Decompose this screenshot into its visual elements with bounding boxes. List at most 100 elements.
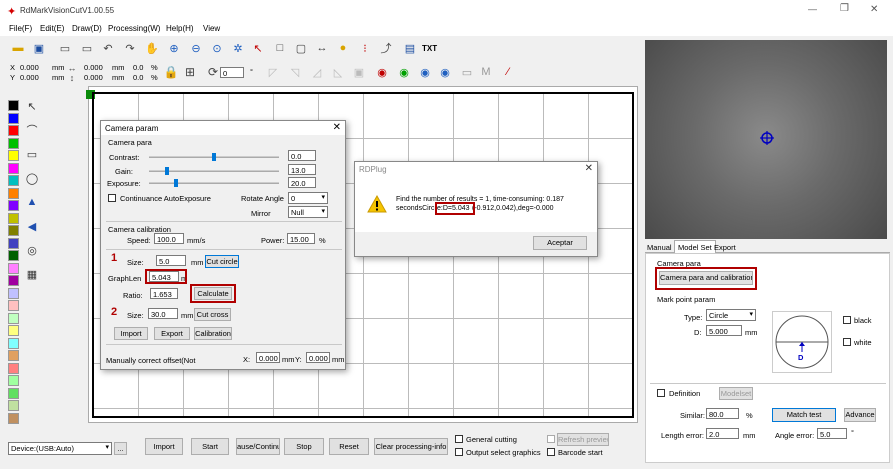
color-swatch[interactable] [8, 212, 19, 224]
color-swatch[interactable] [8, 125, 19, 136]
export-icon[interactable]: ▭ [79, 40, 95, 56]
ellipse-icon[interactable]: ◯ [24, 170, 40, 186]
aceptar-button[interactable]: Aceptar [533, 236, 587, 250]
tab-manual[interactable]: Manual [647, 243, 672, 252]
close-icon[interactable]: ✕ [870, 4, 878, 15]
pan-hand-icon[interactable]: ✋ [144, 40, 160, 56]
contrast-slider[interactable] [149, 153, 279, 161]
start-button[interactable]: Start [191, 438, 229, 455]
match-test-button[interactable]: Match test [772, 408, 836, 422]
color-swatch[interactable] [8, 275, 19, 286]
color-swatch[interactable] [8, 287, 19, 299]
mark-s-icon[interactable]: ◉ [374, 64, 390, 80]
scale-y-value[interactable]: 0.0 [133, 73, 143, 82]
calib-import-button[interactable]: Import [114, 327, 148, 340]
rectangle-icon[interactable]: ▭ [24, 146, 40, 162]
open-folder-icon[interactable]: ▬ [10, 40, 26, 56]
curve-icon[interactable]: ⤴ [378, 40, 394, 56]
ratio-input[interactable]: 1.653 [150, 288, 178, 299]
color-swatch[interactable] [8, 200, 19, 211]
clear-processing-info-button[interactable]: Clear processing-info [374, 438, 448, 455]
output-select-graphics-checkbox[interactable] [455, 448, 463, 456]
picture-icon[interactable]: ▤ [402, 40, 418, 56]
pause-continue-button[interactable]: ause/Continu [236, 438, 280, 455]
similar-input[interactable]: 80.0 [706, 408, 739, 419]
zoom-in-icon[interactable]: ⊕ [166, 40, 182, 56]
distance-icon[interactable]: ↔ [314, 40, 330, 56]
redo-icon[interactable]: ↷ [122, 40, 138, 56]
size1-input[interactable]: 5.0 [156, 255, 186, 266]
stop-button[interactable]: Stop [284, 438, 324, 455]
color-swatch[interactable] [8, 187, 19, 199]
color-swatch[interactable] [8, 250, 19, 261]
pointer-icon[interactable]: ↖ [24, 98, 40, 114]
y-value[interactable]: 0.000 [20, 73, 39, 82]
import-icon[interactable]: ▭ [57, 40, 73, 56]
exposure-slider[interactable] [149, 179, 279, 187]
m-tool-icon[interactable]: M [478, 64, 494, 80]
rdplug-close-icon[interactable]: ✕ [585, 163, 593, 174]
gain-slider-thumb[interactable] [165, 167, 170, 175]
restore-icon[interactable]: ❐ [840, 3, 849, 14]
color-swatch[interactable] [8, 237, 19, 249]
type-select[interactable]: Circle ▾ [706, 309, 756, 321]
arrow-icon[interactable]: ◀ [24, 218, 40, 234]
device-select[interactable]: Device:(USB:Auto) ▾ [8, 442, 112, 455]
device-more-button[interactable]: ... [114, 442, 127, 455]
menu-help[interactable]: Help(H) [166, 24, 194, 33]
general-cutting-checkbox[interactable] [455, 435, 463, 443]
auto-exposure-checkbox[interactable] [108, 194, 116, 202]
color-swatch[interactable] [8, 175, 19, 186]
undo-icon[interactable]: ↶ [100, 40, 116, 56]
menu-view[interactable]: View [203, 24, 220, 33]
white-checkbox[interactable] [843, 338, 851, 346]
color-swatch[interactable] [8, 100, 19, 111]
polygon-icon[interactable]: ▲ [24, 194, 40, 210]
definition-checkbox[interactable] [657, 389, 665, 397]
length-error-input[interactable]: 2.0 [706, 428, 739, 439]
node-edit-icon[interactable]: ✲ [230, 40, 246, 56]
color-swatch[interactable] [8, 137, 19, 149]
color-swatch[interactable] [8, 412, 19, 424]
color-swatch[interactable] [8, 337, 19, 349]
dot-matrix-icon[interactable]: ▦ [24, 266, 40, 282]
camera-dialog-close-icon[interactable]: ✕ [333, 122, 341, 133]
power-input[interactable]: 15.00 [287, 233, 315, 244]
tab-export[interactable]: Export [714, 243, 736, 252]
select-tool-icon[interactable]: ↖ [250, 40, 266, 56]
bulb-icon[interactable]: ● [335, 40, 351, 56]
grid-icon[interactable]: ⊞ [182, 64, 198, 80]
zoom-out-icon[interactable]: ⊖ [188, 40, 204, 56]
save-icon[interactable]: ▣ [31, 40, 47, 56]
barcode-start-checkbox[interactable] [547, 448, 555, 456]
color-swatch[interactable] [8, 375, 19, 386]
cut-cross-button[interactable]: Cut cross [194, 308, 231, 321]
laser-pointer-icon[interactable]: ⁄ [500, 64, 516, 80]
x-value[interactable]: 0.000 [20, 63, 39, 72]
mirror-select[interactable]: Null ▾ [288, 206, 328, 218]
angle-error-input[interactable]: 5.0 [817, 428, 847, 439]
menu-processing[interactable]: Processing(W) [108, 24, 160, 33]
mark-plus-icon[interactable]: ◉ [417, 64, 433, 80]
zoom-fit-icon[interactable]: ⊙ [209, 40, 225, 56]
color-swatch[interactable] [8, 112, 19, 124]
calibration-button[interactable]: Calibration [194, 327, 232, 340]
exposure-slider-thumb[interactable] [174, 179, 179, 187]
rotate-angle-select[interactable]: 0 ▾ [288, 192, 328, 204]
speed-input[interactable]: 100.0 [154, 233, 184, 244]
group-frame-icon[interactable]: ▢ [293, 40, 309, 56]
d-input[interactable]: 5.000 [706, 325, 742, 336]
import-button[interactable]: Import [145, 438, 183, 455]
color-swatch[interactable] [8, 225, 19, 236]
menu-file[interactable]: File(F) [9, 24, 32, 33]
rectangle-frame-icon[interactable]: □ [272, 40, 288, 56]
align-center-icon[interactable]: ▣ [351, 64, 367, 80]
menu-edit[interactable]: Edit(E) [40, 24, 64, 33]
minimize-icon[interactable]: — [808, 4, 817, 14]
tab-model-set[interactable]: Model Set [674, 240, 716, 254]
align-top-right-icon[interactable]: ◹ [287, 64, 303, 80]
lock-icon[interactable]: 🔒 [163, 64, 179, 80]
txt-tool[interactable]: TXT [422, 44, 437, 53]
reset-button[interactable]: Reset [329, 438, 369, 455]
align-bottom-left-icon[interactable]: ◺ [330, 64, 346, 80]
